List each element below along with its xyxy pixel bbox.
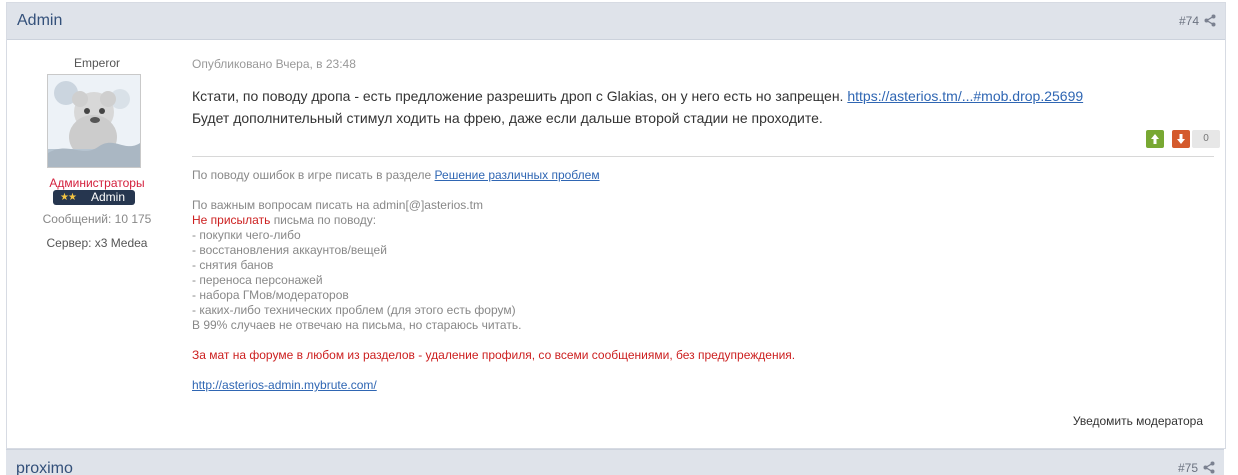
signature-item: - набора ГМов/модераторов xyxy=(192,288,349,302)
post-content-line-2: Будет дополнительный стимул ходить на фр… xyxy=(192,110,823,126)
share-icon[interactable] xyxy=(1204,14,1216,27)
author-title: Emperor xyxy=(73,56,120,70)
signature-text-3: письма по поводу: xyxy=(273,213,377,227)
server-info: Сервер: x3 Medea xyxy=(46,236,148,250)
avatar-image xyxy=(48,75,140,167)
forum-post: Admin #74 Emperor Администраторы ★★ Admi… xyxy=(6,2,1226,449)
signature-gap xyxy=(192,363,1192,378)
vote-controls: 0 xyxy=(1120,130,1220,150)
post-content-text-1: Кстати, по поводу дропа - есть предложен… xyxy=(192,88,844,104)
post-number-link[interactable]: #74 xyxy=(1179,14,1199,28)
messages-count: Сообщений: 10 175 xyxy=(42,212,152,226)
signature-site-link[interactable]: http://asterios-admin.mybrute.com/ xyxy=(192,378,1192,393)
signature-line-1: По поводу ошибок в игре писать в разделе… xyxy=(192,168,1192,183)
signature-item: - покупки чего-либо xyxy=(192,228,301,242)
arrow-down-icon xyxy=(1177,134,1185,144)
badge-stars-icon: ★★ xyxy=(60,192,77,203)
post-date: Опубликовано Вчера, в 23:48 xyxy=(192,57,356,71)
signature-line-2: По важным вопросам писать на admin[@]ast… xyxy=(192,198,483,212)
signature-problems-link[interactable]: Решение различных проблем xyxy=(435,168,600,182)
signature-warning: За мат на форуме в любом из разделов - у… xyxy=(192,348,796,362)
signature-gap xyxy=(192,183,1192,198)
post-link[interactable]: https://asterios.tm/...#mob.drop.25699 xyxy=(847,88,1083,104)
next-post-header: proximo #75 xyxy=(6,449,1224,475)
signature-divider xyxy=(192,156,1214,157)
forum-page: Admin #74 Emperor Администраторы ★★ Admi… xyxy=(0,0,1238,475)
signature-item: - переноса персонажей xyxy=(192,273,323,287)
post-body: Опубликовано Вчера, в 23:48 Кстати, по п… xyxy=(192,40,1220,445)
post-author-link[interactable]: Admin xyxy=(17,11,62,31)
vote-down-button[interactable] xyxy=(1172,130,1190,148)
author-panel: Emperor Администраторы ★★ Admin Сообщени… xyxy=(7,40,187,260)
post-content: Кстати, по поводу дропа - есть предложен… xyxy=(192,85,1202,129)
author-group: Администраторы xyxy=(49,176,145,190)
signature-line-3: Не присылать письма по поводу: xyxy=(192,213,1192,228)
arrow-up-icon xyxy=(1151,134,1159,144)
signature-item: - восстановления аккаунтов/вещей xyxy=(192,243,387,257)
signature-red-text: Не присылать xyxy=(192,213,271,227)
report-moderator-link[interactable]: Уведомить модератора xyxy=(1073,414,1203,428)
vote-up-button[interactable] xyxy=(1146,130,1164,148)
avatar[interactable] xyxy=(47,74,141,168)
signature-text-1: По поводу ошибок в игре писать в разделе xyxy=(192,168,432,182)
next-post-number-link[interactable]: #75 xyxy=(1178,461,1198,475)
status-badge: ★★ Admin xyxy=(53,190,135,205)
post-header: Admin #74 xyxy=(7,3,1225,40)
vote-count: 0 xyxy=(1192,130,1220,148)
signature-item: - снятия банов xyxy=(192,258,274,272)
share-icon[interactable] xyxy=(1203,461,1215,474)
signature-gap xyxy=(192,333,1192,348)
signature-email-note: В 99% случаев не отвечаю на письма, но с… xyxy=(192,318,522,332)
signature-item: - каких-либо технических проблем (для эт… xyxy=(192,303,516,317)
badge-label: Admin xyxy=(91,190,126,204)
next-post-author-link[interactable]: proximo xyxy=(16,459,73,475)
post-content-line-1: Кстати, по поводу дропа - есть предложен… xyxy=(192,85,1202,107)
signature: По поводу ошибок в игре писать в разделе… xyxy=(192,168,1192,393)
